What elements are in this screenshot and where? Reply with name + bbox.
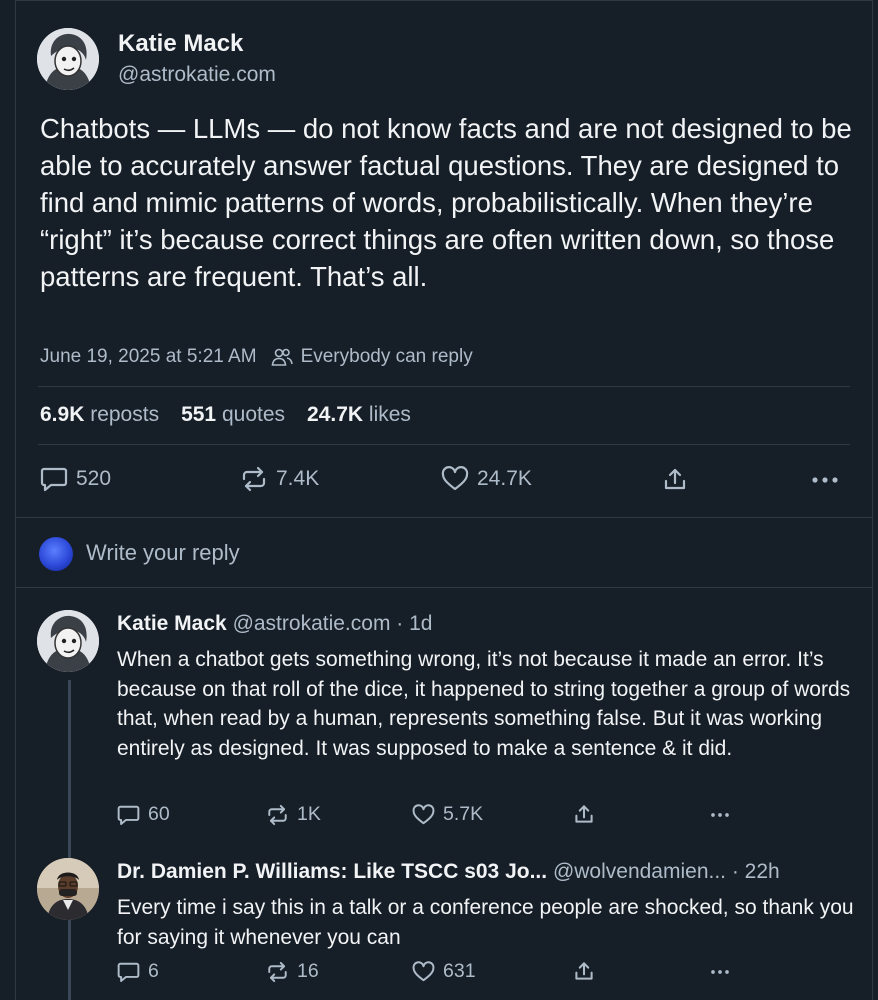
reply-count: 520 [76, 467, 112, 490]
likes-stat[interactable]: 24.7K likes [307, 403, 411, 427]
divider [16, 587, 873, 588]
speech-bubble-icon [117, 805, 140, 825]
reply-time: · 22h [731, 860, 780, 883]
share-upload-icon [575, 805, 593, 823]
thread-line [68, 930, 71, 1000]
reposts-count: 6.9K [40, 403, 85, 426]
like-count: 5.7K [443, 803, 484, 825]
share-button[interactable] [662, 466, 688, 492]
reply-count: 6 [148, 960, 159, 982]
reply-author-name[interactable]: Dr. Damien P. Williams: Like TSCC s03 Jo… [117, 860, 547, 883]
more-options-button[interactable] [707, 808, 733, 822]
reply-button[interactable]: 6 [117, 960, 159, 983]
share-upload-icon [664, 468, 686, 490]
author-avatar[interactable] [37, 28, 99, 90]
reply-header: Dr. Damien P. Williams: Like TSCC s03 Jo… [117, 860, 780, 884]
quotes-count: 551 [181, 403, 217, 426]
repost-count: 16 [297, 960, 319, 982]
reply-button[interactable]: 60 [117, 803, 170, 826]
likes-label: likes [368, 403, 411, 426]
people-icon [271, 347, 293, 367]
reply-author-name[interactable]: Katie Mack [117, 612, 227, 635]
repost-count: 7.4K [276, 467, 320, 490]
reply-header: Katie Mack @astrokatie.com · 1d [117, 612, 432, 636]
like-count: 24.7K [477, 467, 532, 490]
like-button[interactable]: 5.7K [412, 803, 483, 826]
divider [38, 444, 850, 445]
divider [16, 517, 873, 518]
more-options-button[interactable] [707, 965, 733, 979]
reply-text: When a chatbot gets something wrong, it’… [117, 648, 851, 760]
post-timestamp[interactable]: June 19, 2025 at 5:21 AM [40, 346, 257, 368]
reply-text: Every time i say this in a talk or a con… [117, 896, 854, 949]
heart-icon [412, 803, 435, 824]
reply-author-handle[interactable]: @astrokatie.com [233, 612, 391, 635]
like-button[interactable]: 631 [412, 960, 476, 983]
share-button[interactable] [573, 803, 595, 825]
heart-icon [412, 960, 435, 981]
quotes-stat[interactable]: 551 quotes [181, 403, 285, 427]
reply-time: · 1d [396, 612, 433, 635]
repost-count: 1K [297, 803, 321, 825]
repost-button[interactable]: 7.4K [240, 466, 319, 492]
reply-count: 60 [148, 803, 170, 825]
reply-avatar[interactable] [37, 858, 99, 920]
author-handle[interactable]: @astrokatie.com [118, 63, 276, 87]
ellipsis-icon [711, 813, 729, 817]
reply-input[interactable]: Write your reply [86, 540, 240, 566]
repost-button[interactable]: 16 [266, 960, 319, 983]
author-name[interactable]: Katie Mack [118, 30, 243, 58]
likes-count: 24.7K [307, 403, 364, 426]
share-button[interactable] [573, 960, 595, 982]
reply-setting[interactable]: Everybody can reply [301, 346, 473, 368]
post-text: Chatbots — LLMs — do not know facts and … [40, 113, 860, 292]
reposts-label: reposts [90, 403, 160, 426]
post-stats: 6.9K reposts 551 quotes 24.7K likes [40, 403, 411, 427]
reply-avatar[interactable] [37, 610, 99, 672]
speech-bubble-icon [117, 962, 140, 982]
reply-button[interactable]: 520 [40, 466, 111, 492]
ellipsis-icon [812, 477, 838, 483]
repost-arrows-icon [268, 804, 287, 825]
ellipsis-icon [711, 970, 729, 974]
like-button[interactable]: 24.7K [441, 466, 532, 492]
current-user-avatar [39, 537, 73, 571]
repost-arrows-icon [268, 961, 287, 982]
repost-button[interactable]: 1K [266, 803, 321, 826]
post-meta: June 19, 2025 at 5:21 AM Everybody can r… [40, 346, 473, 368]
repost-arrows-icon [242, 466, 266, 492]
reply-author-handle[interactable]: @wolvendamien... [553, 860, 726, 883]
speech-bubble-icon [40, 467, 68, 492]
more-options-button[interactable] [810, 470, 840, 490]
like-count: 631 [443, 960, 476, 982]
divider [38, 386, 850, 387]
share-upload-icon [575, 962, 593, 980]
heart-icon [441, 466, 469, 491]
reposts-stat[interactable]: 6.9K reposts [40, 403, 159, 427]
quotes-label: quotes [221, 403, 286, 426]
